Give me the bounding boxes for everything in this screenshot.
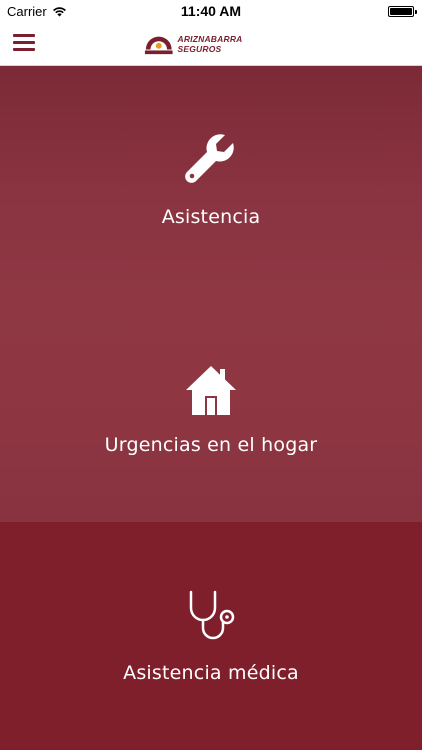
house-icon — [181, 360, 241, 420]
app-logo: ARIZNABARRA SEGUROS — [144, 30, 280, 58]
panel-asistencia[interactable]: Asistencia — [0, 66, 422, 294]
wrench-icon — [181, 132, 241, 192]
panel-label: Asistencia — [161, 206, 261, 228]
panel-urgencias-hogar[interactable]: Urgencias en el hogar — [0, 294, 422, 522]
menu-button[interactable] — [13, 34, 35, 52]
panel-asistencia-medica[interactable]: Asistencia médica — [0, 522, 422, 750]
logo-text: ARIZNABARRA SEGUROS — [177, 34, 243, 54]
battery-icon — [388, 6, 417, 17]
logo-mark-icon — [144, 36, 173, 55]
panel-label: Urgencias en el hogar — [104, 434, 318, 456]
status-bar: Carrier 11:40 AM — [0, 0, 422, 22]
hamburger-line — [13, 48, 35, 51]
hamburger-icon — [13, 34, 35, 37]
nav-bar: ARIZNABARRA SEGUROS — [0, 22, 422, 66]
hamburger-line — [13, 41, 35, 44]
panel-label: Asistencia médica — [123, 662, 299, 684]
clock: 11:40 AM — [180, 3, 242, 19]
stethoscope-icon — [181, 588, 241, 648]
service-panels: Asistencia Urgencias en el hogar Asisten… — [0, 66, 422, 750]
